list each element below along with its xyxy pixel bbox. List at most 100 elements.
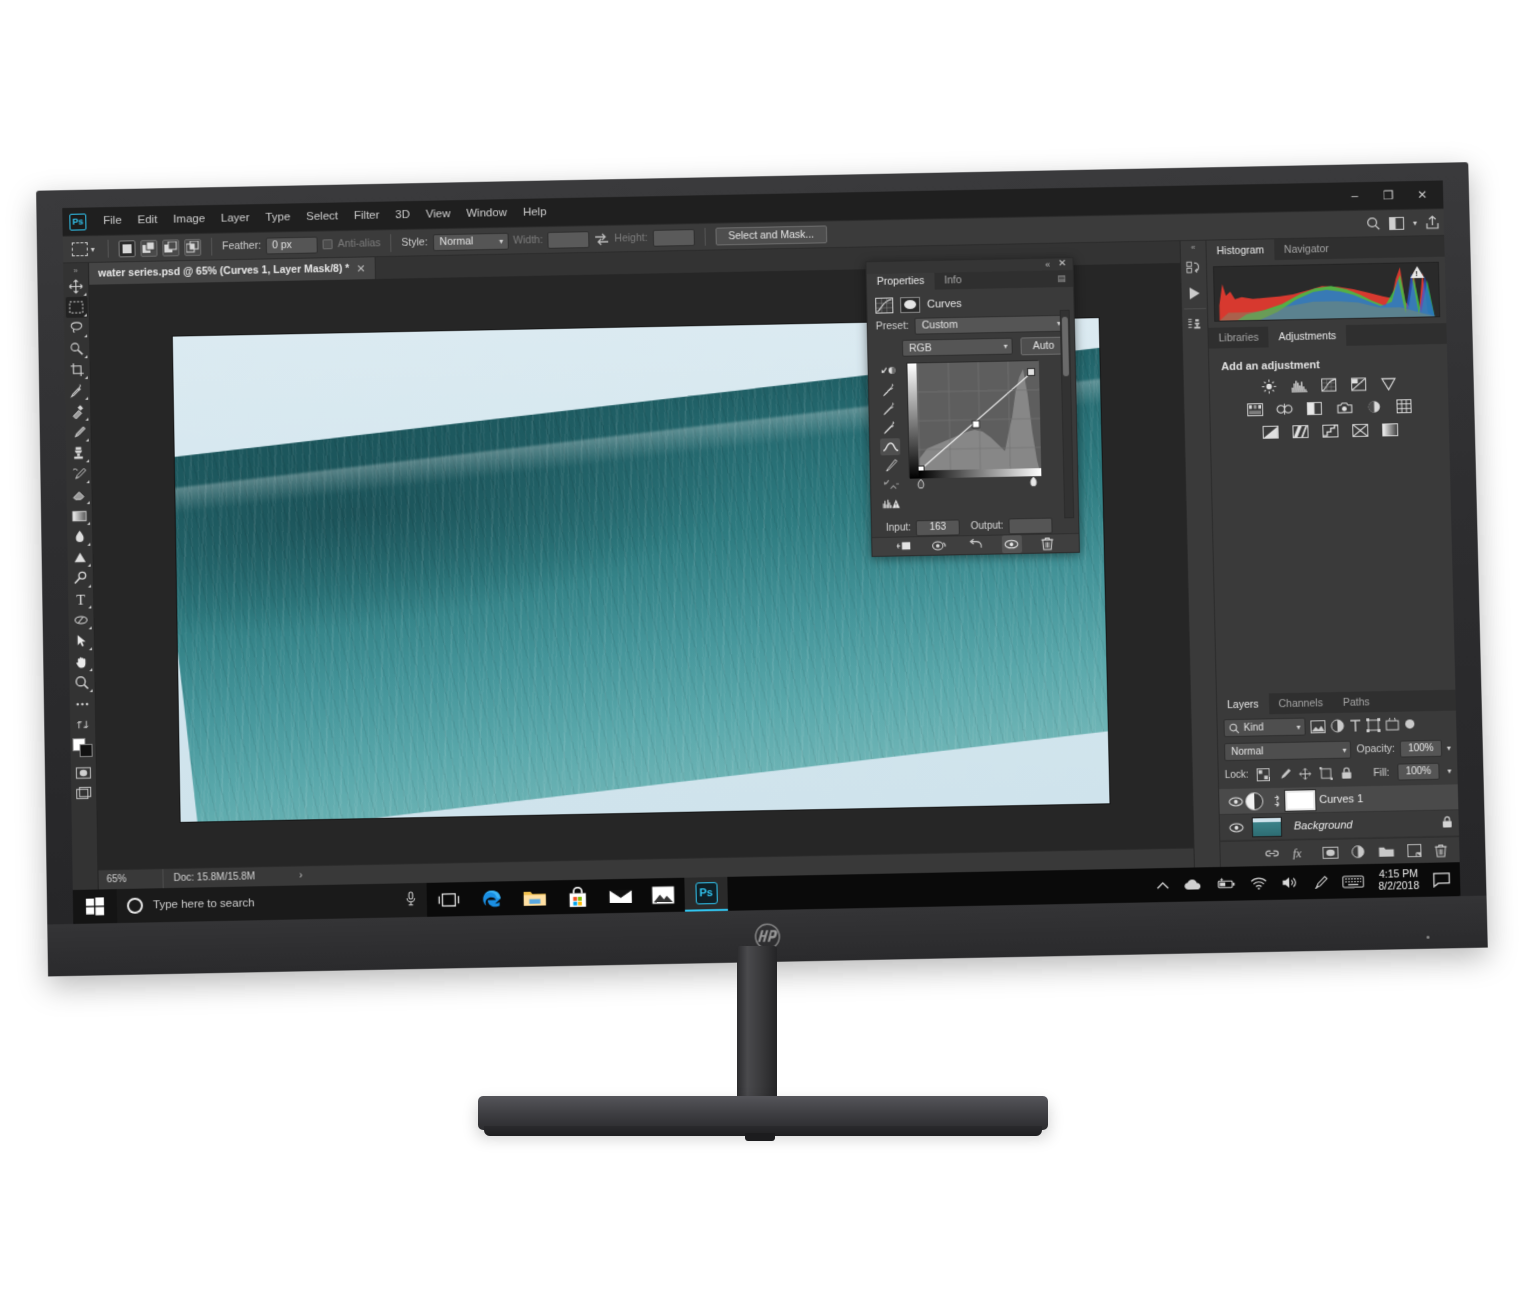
pen-workspace-icon[interactable] — [1313, 874, 1329, 890]
new-layer-icon[interactable] — [1407, 844, 1421, 857]
anti-alias-checkbox[interactable] — [322, 239, 333, 250]
taskbar-clock[interactable]: 4:15 PM 8/2/2018 — [1378, 868, 1419, 893]
foreground-background-color[interactable] — [71, 738, 94, 758]
layer-filter-kind-select[interactable]: Kind ▾ — [1223, 717, 1306, 738]
opacity-input[interactable]: 100% — [1399, 739, 1443, 758]
close-document-icon[interactable]: ✕ — [356, 262, 365, 275]
curve-point-tool-icon[interactable] — [880, 437, 901, 456]
menu-3d[interactable]: 3D — [387, 201, 418, 229]
tab-channels[interactable]: Channels — [1268, 692, 1334, 715]
tools-panel-grip[interactable]: » — [73, 265, 78, 276]
screen-mode-icon[interactable] — [73, 783, 95, 804]
zoom-level[interactable]: 65% — [99, 873, 163, 885]
status-expand-icon[interactable]: › — [299, 870, 303, 881]
history-panel-icon[interactable] — [1181, 255, 1205, 281]
lasso-tool[interactable] — [65, 317, 87, 338]
blend-mode-select[interactable]: Normal ▾ — [1224, 740, 1352, 762]
exposure-icon[interactable] — [1350, 376, 1368, 392]
preset-select[interactable]: Custom ▾ — [914, 314, 1067, 335]
layer-mask-thumbnail[interactable] — [1285, 789, 1316, 811]
color-balance-icon[interactable] — [1275, 401, 1293, 417]
on-image-adjust-icon[interactable] — [879, 362, 899, 379]
menu-edit[interactable]: Edit — [129, 206, 165, 234]
toggle-previous-state-icon[interactable] — [930, 536, 950, 554]
fill-scrubber-chevron-icon[interactable]: ▾ — [1447, 767, 1451, 776]
vibrance-icon[interactable] — [1379, 376, 1397, 392]
white-point-eyedropper-icon[interactable] — [880, 419, 900, 436]
histogram-panel-menu[interactable] — [1338, 235, 1445, 259]
close-button[interactable]: ✕ — [1405, 183, 1439, 207]
menu-filter[interactable]: Filter — [346, 202, 388, 231]
menu-type[interactable]: Type — [257, 203, 298, 232]
start-button[interactable] — [72, 889, 118, 924]
subtract-from-selection-button[interactable] — [162, 238, 180, 257]
toggle-visibility-icon[interactable] — [1001, 534, 1022, 554]
touch-keyboard-icon[interactable] — [1342, 875, 1365, 888]
input-value-field[interactable]: 163 — [915, 519, 960, 536]
arrange-documents-icon[interactable] — [1389, 216, 1404, 229]
opacity-scrubber-chevron-icon[interactable]: ▾ — [1447, 743, 1451, 752]
brush-tool[interactable] — [67, 422, 89, 443]
rectangular-marquee-tool[interactable] — [65, 296, 88, 318]
quick-mask-mode-icon[interactable] — [72, 762, 94, 783]
zoom-tool[interactable] — [71, 672, 93, 693]
collapse-panel-icon[interactable]: « — [1045, 260, 1050, 270]
quick-selection-tool[interactable] — [66, 338, 88, 359]
restore-button[interactable]: ❐ — [1371, 183, 1405, 207]
tab-paths[interactable]: Paths — [1332, 691, 1380, 714]
layers-panel-menu[interactable] — [1379, 689, 1456, 713]
task-view-button[interactable] — [427, 882, 471, 917]
active-tool-preset[interactable]: ▾ — [69, 242, 98, 257]
lock-image-pixels-icon[interactable] — [1277, 768, 1290, 781]
pen-tool[interactable] — [69, 568, 91, 589]
layer-mask-icon[interactable] — [900, 296, 921, 313]
eyedropper-tool[interactable] — [66, 380, 88, 401]
tab-libraries[interactable]: Libraries — [1208, 326, 1269, 349]
lock-position-icon[interactable] — [1298, 767, 1311, 780]
filter-toggle-icon[interactable] — [1404, 718, 1415, 731]
levels-icon[interactable] — [1290, 377, 1308, 393]
tab-navigator[interactable]: Navigator — [1273, 237, 1340, 261]
add-to-selection-button[interactable] — [140, 239, 158, 257]
invert-icon[interactable] — [1261, 424, 1279, 440]
menu-image[interactable]: Image — [165, 205, 213, 234]
menu-help[interactable]: Help — [515, 198, 555, 226]
layer-style-fx-icon[interactable]: fx — [1292, 846, 1309, 859]
wifi-icon[interactable] — [1250, 877, 1268, 890]
curve-black-white-point-sliders[interactable] — [910, 476, 1042, 491]
clone-source-panel-icon[interactable] — [1183, 311, 1207, 337]
microsoft-edge[interactable] — [469, 881, 513, 916]
menu-layer[interactable]: Layer — [213, 204, 258, 233]
minimize-button[interactable]: – — [1337, 184, 1371, 208]
properties-panel[interactable]: « ✕ Properties Info ▤ Curves Preset: Cus… — [865, 257, 1080, 557]
eraser-tool[interactable] — [68, 484, 90, 505]
crop-tool[interactable] — [66, 359, 88, 380]
mail[interactable] — [598, 879, 642, 914]
hue-saturation-icon[interactable] — [1245, 401, 1263, 417]
move-tool[interactable] — [65, 276, 87, 297]
adobe-photoshop[interactable]: Ps — [684, 876, 728, 912]
layer-visibility-toggle[interactable] — [1226, 822, 1246, 832]
volume-icon[interactable] — [1281, 875, 1299, 889]
tab-histogram[interactable]: Histogram — [1206, 239, 1275, 262]
lock-transparent-pixels-icon[interactable] — [1256, 768, 1269, 781]
gradient-tool[interactable] — [68, 505, 90, 526]
clip-to-layer-icon[interactable] — [894, 537, 914, 555]
chevron-down-icon[interactable]: ▾ — [1413, 218, 1417, 227]
color-lookup-icon[interactable] — [1395, 398, 1413, 414]
lock-all-icon[interactable] — [1340, 767, 1352, 780]
action-center-icon[interactable] — [1433, 872, 1451, 888]
tab-layers[interactable]: Layers — [1216, 693, 1269, 716]
layer-name[interactable]: Curves 1 — [1319, 793, 1363, 806]
curves-icon[interactable] — [1320, 377, 1338, 393]
output-value-field[interactable] — [1008, 517, 1053, 535]
intersect-selection-button[interactable] — [184, 238, 202, 256]
background-color-swatch[interactable] — [78, 743, 93, 758]
adjustments-panel-menu[interactable] — [1345, 323, 1447, 346]
swap-dimensions-icon[interactable] — [594, 232, 609, 245]
show-hidden-icons-chevron[interactable] — [1156, 880, 1170, 889]
photos[interactable] — [641, 878, 685, 913]
share-icon[interactable] — [1426, 215, 1439, 229]
close-panel-icon[interactable]: ✕ — [1058, 259, 1067, 270]
microsoft-store[interactable] — [555, 879, 599, 914]
